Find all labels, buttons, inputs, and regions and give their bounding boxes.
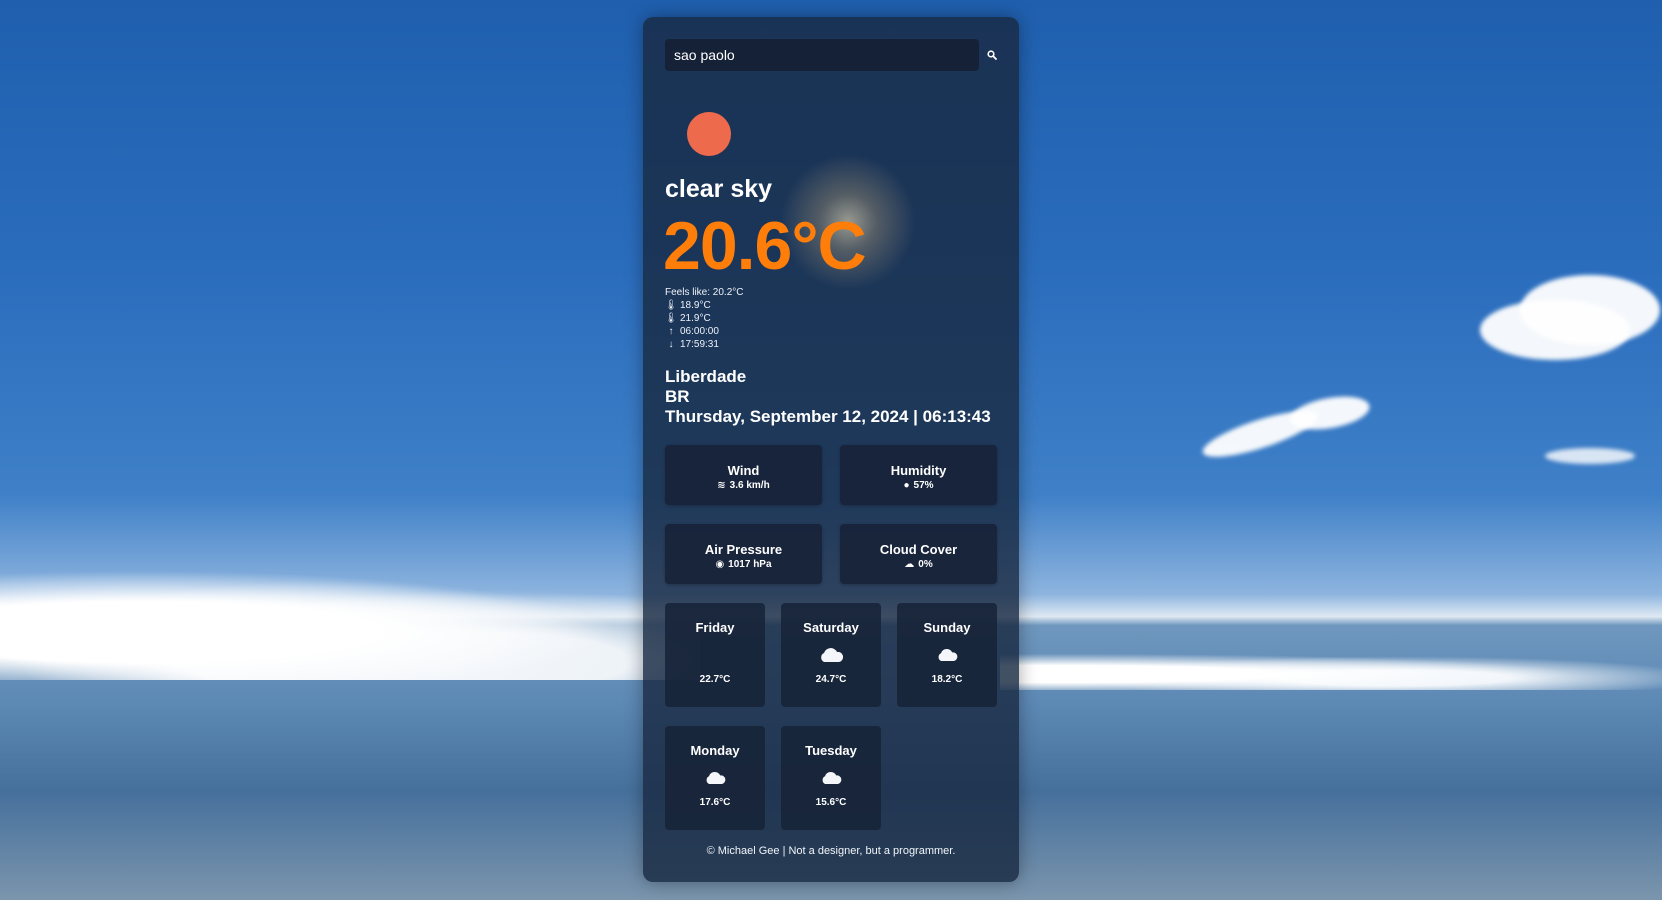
forecast-day: Friday 22.7°C [665, 603, 765, 707]
thermometer-down-icon: 🌡 [664, 300, 678, 311]
sunset-text: 17:59:31 [680, 339, 719, 350]
cloud-icon [938, 649, 958, 661]
cloud-icon [706, 772, 726, 784]
weather-card: clear sky 20.6°C Feels like: 20.2°C 🌡 18… [643, 17, 1019, 882]
forecast-day: Saturday 24.7°C [781, 603, 881, 707]
feels-like-row: Feels like: 20.2°C [665, 286, 743, 299]
search-box [665, 39, 979, 71]
forecast-day: Sunday 18.2°C [897, 603, 997, 707]
cloud-cover-tile: Cloud Cover ☁ 0% [840, 524, 997, 584]
temp-max-row: 🌡 21.9°C [665, 312, 743, 325]
country-code: BR [665, 387, 690, 406]
sunrise-text: 06:00:00 [680, 326, 719, 337]
humidity-value: 57% [913, 480, 934, 491]
sunset-icon: ↓ [668, 339, 674, 350]
temp-max-text: 21.9°C [680, 313, 711, 324]
gauge-icon: ◉ [715, 559, 725, 570]
cloud-cover-value: 0% [918, 559, 933, 570]
horizon-clouds [0, 560, 700, 680]
forecast-day-name: Tuesday [805, 743, 857, 758]
humidity-tile: Humidity ● 57% [840, 445, 997, 505]
sky-cloud [1545, 448, 1635, 464]
forecast-day-name: Monday [690, 743, 740, 758]
forecast-icon-slot [665, 766, 765, 790]
wind-icon: ≋ [717, 480, 726, 491]
pressure-value: 1017 hPa [728, 559, 772, 570]
humidity-title: Humidity [890, 463, 947, 478]
thermometer-up-icon: 🌡 [664, 313, 678, 324]
footer-credit: © Michael Gee | Not a designer, but a pr… [706, 845, 956, 857]
forecast-day: Tuesday 15.6°C [781, 726, 881, 830]
forecast-temp: 18.2°C [931, 674, 963, 685]
forecast-day: Monday 17.6°C [665, 726, 765, 830]
forecast-icon-slot [781, 643, 881, 667]
forecast-temp: 24.7°C [815, 674, 847, 685]
droplet-icon: ● [903, 480, 910, 491]
wind-value-row: ≋ 3.6 km/h [665, 480, 822, 491]
horizon-clouds [1000, 650, 1662, 690]
current-temperature: 20.6°C [663, 208, 867, 284]
cloud-icon [822, 772, 842, 784]
forecast-day-name: Friday [695, 620, 735, 635]
feels-like-text: Feels like: 20.2°C [665, 287, 744, 298]
pressure-title: Air Pressure [704, 542, 783, 557]
cloud-cover-title: Cloud Cover [879, 542, 958, 557]
forecast-icon-slot [781, 766, 881, 790]
location-block: Liberdade BR Thursday, September 12, 202… [665, 367, 991, 427]
pressure-value-row: ◉ 1017 hPa [665, 559, 822, 570]
forecast-day-name: Saturday [803, 620, 859, 635]
sunrise-row: ↑ 06:00:00 [665, 325, 743, 338]
forecast-temp: 17.6°C [699, 797, 731, 808]
temp-min-row: 🌡 18.9°C [665, 299, 743, 312]
temp-min-text: 18.9°C [680, 300, 711, 311]
forecast-icon-slot [665, 643, 765, 667]
search-icon [987, 50, 997, 60]
sky-cloud [1520, 275, 1660, 345]
forecast-temp: 15.6°C [815, 797, 847, 808]
sunset-row: ↓ 17:59:31 [665, 338, 743, 351]
wind-title: Wind [727, 463, 760, 478]
temperature-details: Feels like: 20.2°C 🌡 18.9°C 🌡 21.9°C ↑ 0… [665, 286, 744, 351]
forecast-temp: 22.7°C [699, 674, 731, 685]
sunrise-icon: ↑ [668, 326, 674, 337]
humidity-value-row: ● 57% [840, 480, 997, 491]
weather-description: clear sky [665, 175, 773, 203]
pressure-tile: Air Pressure ◉ 1017 hPa [665, 524, 822, 584]
date-time: Thursday, September 12, 2024 | 06:13:43 [665, 407, 991, 426]
wind-value: 3.6 km/h [729, 480, 770, 491]
search-input[interactable] [665, 39, 974, 71]
forecast-day-name: Sunday [923, 620, 971, 635]
forecast-icon-slot [897, 643, 997, 667]
weather-sun-icon [687, 112, 731, 156]
search-button[interactable] [984, 47, 1000, 63]
cloud-icon [821, 648, 844, 662]
wind-tile: Wind ≋ 3.6 km/h [665, 445, 822, 505]
cloud-cover-value-row: ☁ 0% [840, 559, 997, 570]
cloud-icon: ☁ [904, 559, 915, 570]
city-name: Liberdade [665, 367, 747, 386]
